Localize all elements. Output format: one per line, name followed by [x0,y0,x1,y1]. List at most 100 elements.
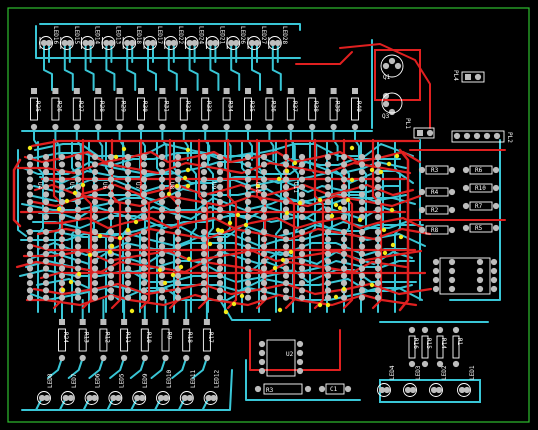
resistor-label: R12 [103,332,110,343]
pad [223,123,230,131]
pad [107,206,115,213]
pad [324,183,332,191]
pad [43,394,51,402]
pad [216,280,224,287]
pad [58,294,66,301]
pad [324,294,332,301]
pad [244,287,252,294]
pad [200,258,208,265]
pad [183,354,190,362]
pad [200,265,208,272]
pad [358,206,366,213]
pad [42,280,50,287]
pad [141,354,148,362]
pad [200,161,208,168]
led-label: LED6 [95,373,102,388]
pad [448,276,456,284]
pad [174,294,182,301]
pad [216,258,224,265]
pad [42,168,50,176]
pad [324,176,332,183]
pad [42,294,50,301]
pad [124,236,132,243]
transistor-label: Q3 [382,113,390,120]
pad [282,265,290,272]
pad [107,153,115,161]
pad [492,166,500,174]
pad [490,258,498,266]
pad [158,213,166,221]
pad [91,394,98,402]
pad [158,161,166,168]
resistor-label: R31 [162,101,169,112]
pad [244,153,252,161]
pad [490,285,498,293]
pad [473,132,481,140]
resistor-label: R11 [124,332,131,343]
label-u2: U2 [286,351,294,358]
pad [42,272,50,279]
pad [374,191,382,198]
pad [91,183,99,191]
pad [91,213,99,221]
pad [260,272,268,279]
pad [244,294,252,301]
pad [200,243,208,250]
pad [162,394,170,402]
pad [91,265,99,272]
trace-red-horizontal [33,183,415,197]
pad [174,250,182,257]
pcb-layout-canvas: R3 C1 U2 LED16 LED15 LED14 LED13 LED18 LED17 L… [7,7,530,423]
square-pad [59,319,65,325]
pad [254,385,262,393]
label-r3: R3 [266,387,274,394]
resistor-label: R26 [55,101,62,112]
pad [203,354,210,362]
pad [124,265,132,272]
pad [340,191,348,198]
pad [374,176,382,183]
via [394,153,400,159]
pad [244,250,252,257]
pad [140,198,148,206]
via [398,234,404,240]
pad [282,294,290,301]
via [80,182,86,188]
pad [124,183,132,191]
led-label: LED24 [198,26,205,44]
via [272,265,278,271]
pad [42,161,50,168]
pad [463,132,471,140]
via [133,219,139,225]
pad [408,326,416,334]
pad [274,39,281,47]
pad [358,161,366,168]
pad [124,191,132,198]
pad [107,191,115,198]
pad [298,153,306,161]
pad [324,258,332,265]
pad [282,191,290,198]
pad [107,272,115,279]
pad [216,272,224,279]
via [231,301,237,307]
via [349,145,355,151]
pad [210,394,217,402]
pad [212,39,219,47]
pad [26,153,34,161]
pad [91,258,99,265]
via [162,280,168,286]
pad [463,386,471,394]
square-pad [100,319,107,325]
led-label: LED9 [142,373,149,388]
via [107,249,113,255]
resistor-label: R8 [431,227,439,234]
pad [58,183,66,191]
pad [200,176,208,183]
pad [344,385,352,393]
led-label: LED12 [214,370,221,388]
pad [174,168,182,176]
pad [140,280,148,287]
pad [296,358,304,366]
pad [244,161,252,168]
